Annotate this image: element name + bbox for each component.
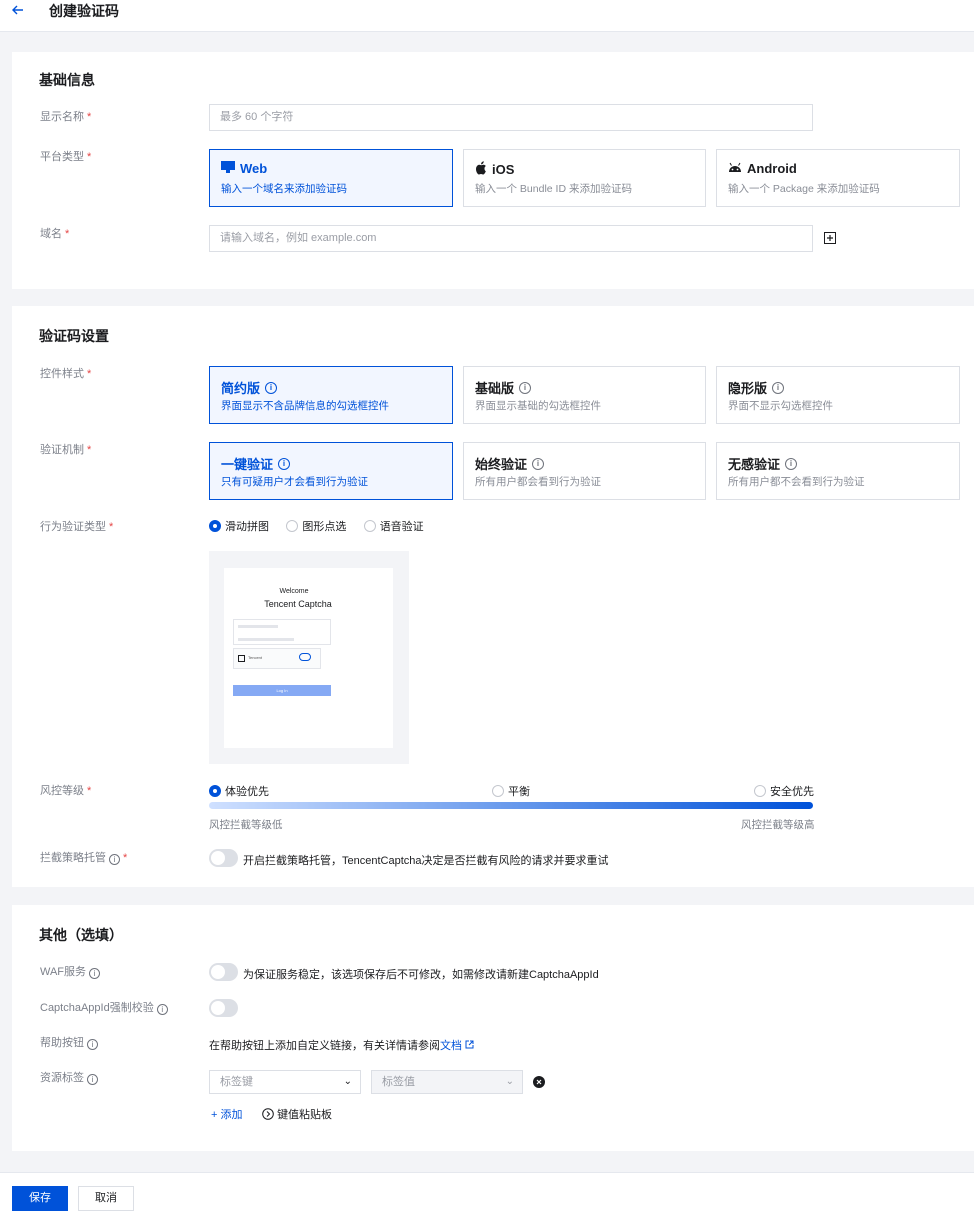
info-icon: i xyxy=(772,381,785,394)
remove-tag-icon[interactable] xyxy=(533,1076,545,1091)
domain-label: 域名 * xyxy=(40,228,70,240)
arrow-left-icon[interactable] xyxy=(11,3,27,19)
preview-captcha-widget: Tencent xyxy=(233,648,321,669)
risk-option-balance[interactable]: 平衡 xyxy=(492,783,530,799)
appid-check-toggle[interactable] xyxy=(209,999,238,1017)
basic-info-card: 基础信息 显示名称 * 最多 60 个字符 平台类型 * Web 输入一个域名来添加… xyxy=(12,52,974,289)
risk-high-text: 风控拦截等级高 xyxy=(741,819,815,831)
mechanism-option-always[interactable]: 始终验证 i 所有用户都会看到行为验证 xyxy=(463,442,706,500)
tag-key-select[interactable]: 标签键 ⌄ xyxy=(209,1070,361,1094)
domain-input[interactable]: 请输入域名，例如 example.com xyxy=(209,225,813,252)
captcha-preview: Welcome Tencent Captcha Tencent Log In xyxy=(209,551,409,764)
intercept-label: 拦截策略托管 i * xyxy=(40,852,128,865)
style-option-basic[interactable]: 基础版 i 界面显示基础的勾选框控件 xyxy=(463,366,706,424)
preview-form-fields xyxy=(233,619,331,645)
paste-board-button[interactable]: 键值粘贴板 xyxy=(262,1106,332,1122)
mechanism-option-oneclick[interactable]: 一键验证 i 只有可疑用户才会看到行为验证 xyxy=(209,442,453,500)
preview-welcome: Welcome xyxy=(279,588,309,595)
plus-square-icon[interactable] xyxy=(824,232,836,247)
platform-label: 平台类型 * xyxy=(40,151,92,163)
info-icon: i xyxy=(265,381,278,394)
info-icon: i xyxy=(532,457,545,470)
tag-value-select[interactable]: 标签值 ⌄ xyxy=(371,1070,523,1094)
waf-label: WAF服务 i xyxy=(40,965,101,979)
save-button[interactable]: 保存 xyxy=(12,1186,68,1211)
help-button-desc: 在帮助按钮上添加自定义链接，有关详情请参阅文档 xyxy=(209,1037,474,1053)
page-title: 创建验证码 xyxy=(49,3,119,19)
risk-level-bar[interactable] xyxy=(209,802,813,809)
preview-panel: Welcome Tencent Captcha Tencent Log In xyxy=(224,568,393,748)
waf-toggle[interactable] xyxy=(209,963,238,981)
info-icon: i xyxy=(519,381,532,394)
platform-option-web[interactable]: Web 输入一个域名来添加验证码 xyxy=(209,149,453,207)
style-option-invisible[interactable]: 隐形版 i 界面不显示勾选框控件 xyxy=(716,366,960,424)
external-link-icon[interactable] xyxy=(465,1040,474,1052)
appid-check-label: CaptchaAppId强制校验 i xyxy=(40,1001,168,1015)
section-title-basic: 基础信息 xyxy=(39,72,95,88)
mechanism-option-seamless[interactable]: 无感验证 i 所有用户都不会看到行为验证 xyxy=(716,442,960,500)
docs-link[interactable]: 文档 xyxy=(440,1040,462,1052)
monitor-icon xyxy=(221,161,235,176)
intercept-toggle[interactable] xyxy=(209,849,238,867)
info-icon: i xyxy=(89,968,101,979)
section-title-captcha: 验证码设置 xyxy=(39,328,109,344)
display-name-input[interactable]: 最多 60 个字符 xyxy=(209,104,813,131)
intercept-desc: 开启拦截策略托管，TencentCaptcha决定是否拦截有风险的请求并要求重试 xyxy=(243,855,609,867)
style-option-simple[interactable]: 简约版 i 界面显示不含品牌信息的勾选框控件 xyxy=(209,366,453,424)
behavior-type-label: 行为验证类型 * xyxy=(40,521,114,533)
info-icon: i xyxy=(278,457,291,470)
behavior-radio-group: 滑动拼图 图形点选 语音验证 xyxy=(209,518,424,534)
waf-desc: 为保证服务稳定，该选项保存后不可修改，如需修改请新建CaptchaAppId xyxy=(243,969,599,981)
top-bar: 创建验证码 xyxy=(0,0,974,32)
chevron-down-icon: ⌄ xyxy=(505,1076,514,1087)
display-name-label: 显示名称 * xyxy=(40,111,92,123)
platform-option-ios[interactable]: iOS 输入一个 Bundle ID 来添加验证码 xyxy=(463,149,706,207)
chevron-down-icon: ⌄ xyxy=(343,1076,352,1087)
android-icon xyxy=(728,161,742,176)
risk-option-security[interactable]: 安全优先 xyxy=(754,783,814,799)
info-icon: i xyxy=(87,1074,98,1085)
platform-option-android[interactable]: Android 输入一个 Package 来添加验证码 xyxy=(716,149,960,207)
help-button-label: 帮助按钮 i xyxy=(40,1036,98,1050)
radio-slide-puzzle[interactable]: 滑动拼图 xyxy=(209,519,269,533)
risk-level-label: 风控等级 * xyxy=(40,785,92,797)
preview-product: Tencent Captcha xyxy=(264,599,332,609)
info-icon: i xyxy=(109,854,120,865)
chevron-right-circle-icon xyxy=(262,1108,274,1121)
apple-icon xyxy=(475,161,487,178)
preview-login-button: Log In xyxy=(233,685,331,696)
other-card: 其他（选填） WAF服务 i 为保证服务稳定，该选项保存后不可修改，如需修改请新建… xyxy=(12,905,974,1151)
radio-voice[interactable]: 语音验证 xyxy=(363,519,424,533)
risk-option-experience[interactable]: 体验优先 xyxy=(209,783,269,799)
radio-image-click[interactable]: 图形点选 xyxy=(286,519,346,533)
info-icon: i xyxy=(87,1039,98,1050)
info-icon: i xyxy=(785,457,798,470)
info-icon: i xyxy=(156,1004,168,1015)
widget-style-label: 控件样式 * xyxy=(40,368,92,380)
add-tag-button[interactable]: + 添加 xyxy=(211,1106,242,1122)
section-title-other: 其他（选填） xyxy=(39,927,123,943)
resource-tags-label: 资源标签 i xyxy=(40,1071,98,1085)
captcha-settings-card: 验证码设置 控件样式 * 简约版 i 界面显示不含品牌信息的勾选框控件 基础版 i 界… xyxy=(12,306,974,887)
cancel-button[interactable]: 取消 xyxy=(78,1186,134,1211)
risk-low-text: 风控拦截等级低 xyxy=(209,819,283,831)
mechanism-label: 验证机制 * xyxy=(40,444,92,456)
footer-bar: 保存 取消 xyxy=(0,1172,974,1215)
